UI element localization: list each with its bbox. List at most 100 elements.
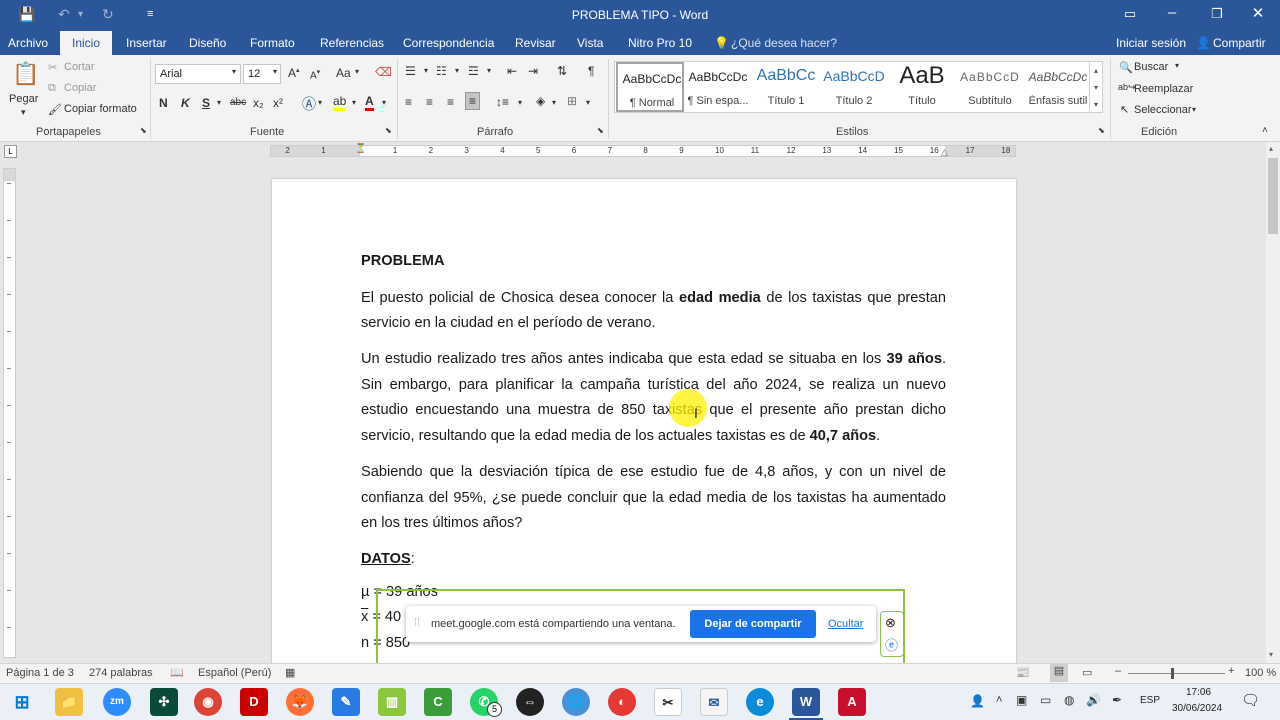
grow-font-icon[interactable]: A▴: [288, 66, 300, 80]
signin-link[interactable]: Iniciar sesión: [1116, 36, 1186, 50]
chevron-down-icon[interactable]: ▾: [586, 98, 590, 107]
paragraph-launcher-icon[interactable]: ⬊: [597, 126, 604, 135]
tab-selector-icon[interactable]: L: [4, 145, 17, 158]
proofing-icon[interactable]: 📖: [170, 666, 184, 679]
language-indicator[interactable]: Español (Perú): [198, 667, 271, 679]
zoom-level[interactable]: 100 %: [1245, 667, 1276, 679]
cut-button[interactable]: Cortar: [64, 61, 95, 73]
chevron-down-icon[interactable]: ▾: [518, 98, 522, 107]
find-button[interactable]: Buscar: [1134, 61, 1168, 73]
app-red-icon[interactable]: ◐: [608, 688, 636, 716]
style-titulo-2[interactable]: AaBbCcD Título 2: [820, 62, 888, 112]
app-c-icon[interactable]: C: [424, 688, 452, 716]
style-titulo[interactable]: AaB Título: [888, 62, 956, 112]
chevron-down-icon[interactable]: ▾: [1192, 105, 1196, 114]
right-indent-icon[interactable]: △: [941, 147, 948, 158]
zoom-in-icon[interactable]: +: [1228, 665, 1234, 677]
chevron-down-icon[interactable]: ▾: [382, 98, 386, 107]
select-button[interactable]: Seleccionar: [1134, 104, 1191, 116]
chevron-down-icon[interactable]: ▾: [424, 66, 428, 75]
tab-archivo[interactable]: Archivo: [8, 36, 48, 50]
word-count[interactable]: 274 palabras: [89, 667, 153, 679]
borders-icon[interactable]: ⊞: [567, 94, 577, 108]
tray-meet-icon[interactable]: ▣: [1016, 693, 1027, 707]
chevron-down-icon[interactable]: ▾: [355, 67, 359, 76]
acrobat-icon[interactable]: A: [838, 688, 866, 716]
paste-dropdown-icon[interactable]: ▾: [21, 107, 26, 118]
show-marks-icon[interactable]: ¶: [588, 64, 594, 78]
line-spacing-icon[interactable]: ↕≡: [496, 95, 509, 109]
web-layout-icon[interactable]: ▭: [1082, 666, 1092, 679]
network-icon[interactable]: ◍: [1064, 693, 1074, 707]
app-icon[interactable]: ✣: [150, 688, 178, 716]
tab-vista[interactable]: Vista: [577, 36, 603, 50]
share-button[interactable]: Compartir: [1213, 36, 1266, 50]
notes-icon[interactable]: ✉: [700, 688, 728, 716]
bullets-icon[interactable]: ☰: [405, 64, 416, 78]
style-enfasis-sutil[interactable]: AaBbCcDc Énfasis sutil: [1024, 62, 1092, 112]
scroll-down-icon[interactable]: ▾: [1269, 650, 1273, 659]
edge-e-icon[interactable]: ⓔ: [885, 635, 898, 654]
stop-sharing-button[interactable]: Dejar de compartir: [690, 610, 816, 638]
tab-insertar[interactable]: Insertar: [126, 36, 167, 50]
firefox-icon[interactable]: 🦊: [286, 688, 314, 716]
page-count[interactable]: Página 1 de 3: [6, 667, 74, 679]
chevron-down-icon[interactable]: ▾: [232, 67, 236, 76]
tab-inicio[interactable]: Inicio: [60, 31, 112, 55]
drag-handle-icon[interactable]: ⁞⁞: [414, 617, 420, 629]
collapse-ribbon-icon[interactable]: ˄: [1262, 125, 1268, 136]
zoom-out-icon[interactable]: –: [1115, 665, 1121, 677]
ribbon-options-icon[interactable]: ▭: [1110, 6, 1150, 22]
windows-start-icon[interactable]: ⊞: [8, 688, 36, 716]
clipboard-launcher-icon[interactable]: ⬊: [140, 126, 147, 135]
zoom-app-icon[interactable]: zm: [103, 688, 131, 716]
read-mode-icon[interactable]: 📰: [1016, 666, 1030, 679]
align-center-icon[interactable]: ≡: [426, 95, 433, 109]
font-name-select[interactable]: Arial: [155, 64, 241, 84]
increase-indent-icon[interactable]: ⇥: [528, 64, 538, 78]
tab-nitro[interactable]: Nitro Pro 10: [628, 36, 692, 50]
tab-correspondencia[interactable]: Correspondencia: [403, 36, 494, 50]
chevron-down-icon[interactable]: ▾: [487, 66, 491, 75]
bold-button[interactable]: N: [159, 96, 168, 110]
chevron-down-icon[interactable]: ▾: [552, 98, 556, 107]
scroll-thumb[interactable]: [1268, 158, 1278, 234]
text-effects-icon[interactable]: Ⓐ: [302, 94, 316, 114]
tab-revisar[interactable]: Revisar: [515, 36, 556, 50]
chevron-down-icon[interactable]: ▾: [273, 67, 277, 76]
battery-icon[interactable]: ▭: [1040, 693, 1051, 707]
macro-icon[interactable]: ▦: [285, 666, 295, 679]
hide-link[interactable]: Ocultar: [828, 618, 863, 630]
change-case-button[interactable]: Aa: [336, 66, 351, 80]
clear-format-icon[interactable]: ⌫: [375, 65, 392, 79]
chevron-down-icon[interactable]: ▾: [1175, 61, 1179, 70]
pen-icon[interactable]: ✒: [1112, 693, 1122, 707]
chevron-down-icon[interactable]: ▾: [217, 98, 221, 107]
styles-launcher-icon[interactable]: ⬊: [1098, 126, 1105, 135]
decrease-indent-icon[interactable]: ⇤: [507, 64, 517, 78]
file-explorer-icon[interactable]: 📁: [55, 688, 83, 716]
minimize-icon[interactable]: –: [1152, 4, 1192, 21]
font-color-icon[interactable]: A: [365, 94, 374, 111]
replace-button[interactable]: Reemplazar: [1134, 83, 1193, 95]
word-icon[interactable]: W: [792, 688, 820, 716]
capcut-icon[interactable]: ✂: [654, 688, 682, 716]
style-normal[interactable]: AaBbCcDc ¶ Normal: [616, 62, 684, 112]
edge-icon[interactable]: e: [746, 688, 774, 716]
clock-date[interactable]: 30/06/2024: [1172, 703, 1222, 714]
tray-person-icon[interactable]: 👤: [970, 694, 985, 708]
notifications-icon[interactable]: 🗨: [1241, 691, 1260, 709]
chrome-icon[interactable]: ◉: [194, 688, 222, 716]
paste-button[interactable]: Pegar: [9, 93, 38, 105]
font-launcher-icon[interactable]: ⬊: [385, 126, 392, 135]
chevron-down-icon[interactable]: ▾: [455, 66, 459, 75]
italic-button[interactable]: K: [181, 96, 190, 110]
styles-scroll[interactable]: ▴ ▾ ▾: [1089, 61, 1103, 113]
style-titulo-1[interactable]: AaBbCc Título 1: [752, 62, 820, 112]
chevron-down-icon[interactable]: ▾: [318, 98, 322, 107]
superscript-button[interactable]: x²: [273, 96, 283, 110]
chevron-down-icon[interactable]: ▾: [352, 98, 356, 107]
volume-icon[interactable]: 🔊: [1086, 693, 1101, 707]
app-d-icon[interactable]: D: [240, 688, 268, 716]
vertical-scrollbar[interactable]: ▴ ▾: [1266, 142, 1280, 663]
